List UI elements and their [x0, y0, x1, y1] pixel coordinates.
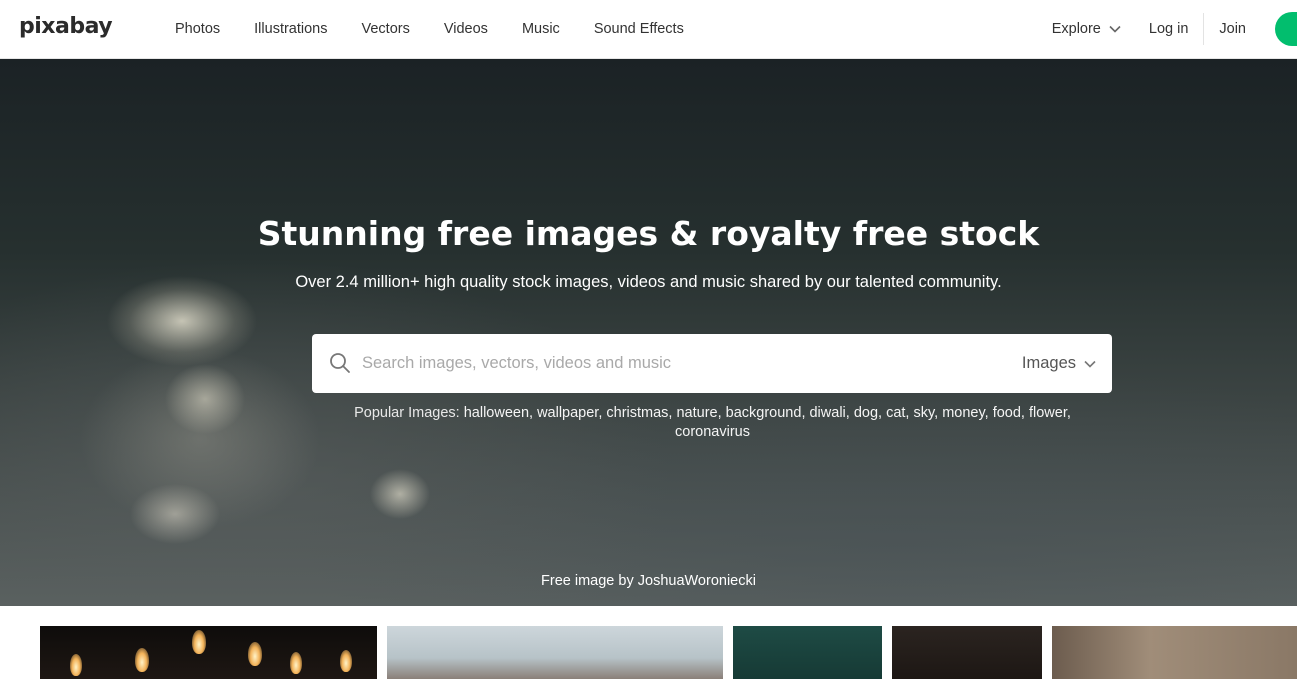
hero-title: Stunning free images & royalty free stoc…: [257, 214, 1040, 253]
explore-menu[interactable]: Explore: [1052, 21, 1121, 37]
gallery-thumbnail[interactable]: [892, 626, 1042, 679]
login-link[interactable]: Log in: [1149, 21, 1189, 37]
join-link[interactable]: Join: [1219, 21, 1246, 37]
search-icon[interactable]: [329, 352, 351, 374]
gallery-thumbnail[interactable]: [387, 626, 723, 679]
popular-searches: Popular Images: halloween, wallpaper, ch…: [340, 404, 1085, 442]
popular-tag-list[interactable]: halloween, wallpaper, christmas, nature,…: [464, 405, 1071, 440]
media-type-label: Images: [1021, 354, 1076, 372]
image-gallery: [0, 626, 1297, 679]
nav-illustrations[interactable]: Illustrations: [254, 21, 327, 37]
media-type-dropdown[interactable]: Images: [1022, 334, 1096, 393]
chevron-down-icon: [1109, 25, 1121, 33]
gallery-thumbnail[interactable]: [40, 626, 377, 679]
image-credit: Free image by JoshuaWoroniecki: [0, 573, 1297, 589]
nav-sound-effects[interactable]: Sound Effects: [594, 21, 684, 37]
explore-label: Explore: [1051, 21, 1101, 37]
hero-subtitle: Over 2.4 million+ high quality stock ima…: [295, 273, 1002, 291]
popular-prefix: Popular Images:: [354, 405, 460, 421]
credit-prefix: Free image by: [541, 573, 634, 589]
upload-button[interactable]: [1275, 12, 1297, 46]
search-bar: Images: [312, 334, 1112, 393]
top-header: pixabay Photos Illustrations Vectors Vid…: [0, 0, 1297, 59]
gallery-thumbnail[interactable]: [733, 626, 882, 679]
nav-photos[interactable]: Photos: [175, 21, 220, 37]
credit-author-link[interactable]: JoshuaWoroniecki: [638, 573, 756, 589]
nav-vectors[interactable]: Vectors: [362, 21, 410, 37]
search-input[interactable]: [362, 334, 1002, 393]
chevron-down-icon: [1084, 360, 1096, 368]
nav-videos[interactable]: Videos: [444, 21, 488, 37]
gallery-thumbnail[interactable]: [1052, 626, 1297, 679]
pixabay-logo[interactable]: pixabay: [19, 14, 113, 39]
hero-banner: Stunning free images & royalty free stoc…: [0, 59, 1297, 606]
main-nav: Photos Illustrations Vectors Videos Musi…: [175, 0, 718, 58]
nav-divider: [1203, 13, 1205, 45]
nav-music[interactable]: Music: [522, 21, 560, 37]
account-nav: Explore Log in Join: [1052, 0, 1297, 58]
